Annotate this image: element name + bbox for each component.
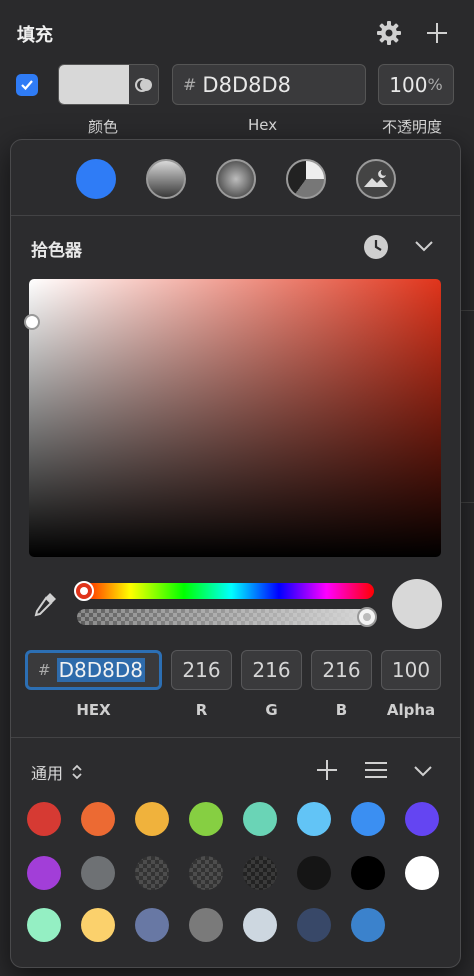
color-swatch[interactable]: [297, 856, 331, 890]
color-swatch[interactable]: [405, 802, 439, 836]
divider: [11, 737, 460, 738]
fill-opacity-value: 100: [389, 72, 428, 97]
fill-opacity-label: 不透明度: [382, 118, 443, 136]
color-swatch[interactable]: [135, 802, 169, 836]
up-down-chevron-icon: [72, 764, 82, 780]
palette-name: 通用: [31, 764, 64, 783]
sv-cursor[interactable]: [24, 314, 40, 330]
color-swatch[interactable]: [27, 908, 61, 942]
fill-section-title: 填充: [17, 25, 53, 46]
green-label: G: [265, 701, 278, 719]
color-swatch[interactable]: [243, 856, 277, 890]
color-swatch[interactable]: [135, 908, 169, 942]
hue-slider-thumb[interactable]: [74, 581, 94, 601]
fill-hex-field[interactable]: # D8D8D8: [172, 64, 366, 105]
green-input[interactable]: 216: [241, 650, 302, 690]
fill-hex-value: D8D8D8: [202, 72, 291, 97]
palette-selector[interactable]: 通用: [31, 760, 83, 784]
color-swatch[interactable]: [189, 856, 223, 890]
alpha-slider-thumb[interactable]: [357, 607, 377, 627]
eyedropper-icon[interactable]: [31, 590, 59, 618]
color-swatch[interactable]: [351, 802, 385, 836]
hue-slider[interactable]: [77, 583, 374, 599]
divider: [11, 215, 460, 216]
gear-icon[interactable]: [375, 19, 403, 47]
red-label: R: [195, 701, 208, 719]
list-view-icon[interactable]: [364, 760, 388, 780]
color-swatch[interactable]: [81, 908, 115, 942]
image-fill-button[interactable]: [356, 159, 396, 199]
color-swatch[interactable]: [189, 802, 223, 836]
color-swatch[interactable]: [81, 856, 115, 890]
color-picker-popover: 拾色器 # D8D8D8 216 216 216 100 HEX R G B A…: [10, 139, 461, 968]
color-swatch[interactable]: [351, 856, 385, 890]
fill-hex-label: Hex: [248, 116, 278, 134]
red-input[interactable]: 216: [171, 650, 232, 690]
blue-input[interactable]: 216: [311, 650, 372, 690]
radial-gradient-button[interactable]: [216, 159, 256, 199]
color-swatch[interactable]: [351, 908, 385, 942]
panel-divider-right: [461, 502, 474, 503]
image-icon: [364, 170, 388, 187]
hex-input-hash: #: [38, 661, 51, 679]
fill-color-swatch-button[interactable]: [58, 64, 159, 105]
add-fill-icon[interactable]: [425, 21, 449, 45]
alpha-slider[interactable]: [77, 609, 374, 625]
color-swatch[interactable]: [297, 908, 331, 942]
fill-enabled-checkbox[interactable]: [16, 74, 38, 96]
color-swatch[interactable]: [27, 802, 61, 836]
hex-input-value: D8D8D8: [56, 658, 145, 682]
color-swatch[interactable]: [81, 802, 115, 836]
color-swatch[interactable]: [243, 802, 277, 836]
current-color-preview: [392, 579, 442, 629]
solid-fill-button[interactable]: [76, 159, 116, 199]
fill-color-preview: [59, 65, 129, 104]
history-clock-icon[interactable]: [363, 234, 389, 260]
hex-label: HEX: [76, 701, 111, 719]
hex-input[interactable]: # D8D8D8: [25, 650, 162, 690]
alpha-label: Alpha: [386, 701, 436, 719]
palette-chevron-down-icon[interactable]: [413, 763, 433, 777]
fill-opacity-field[interactable]: 100 %: [378, 64, 454, 105]
color-link-icon[interactable]: [129, 65, 158, 104]
panel-divider-right: [461, 310, 474, 311]
color-swatch[interactable]: [297, 802, 331, 836]
saturation-brightness-field[interactable]: [29, 279, 441, 557]
linear-gradient-button[interactable]: [146, 159, 186, 199]
fill-opacity-unit: %: [427, 75, 443, 94]
color-swatch[interactable]: [189, 908, 223, 942]
color-swatch[interactable]: [27, 856, 61, 890]
color-swatch[interactable]: [405, 856, 439, 890]
fill-color-label: 颜色: [88, 118, 119, 136]
color-swatch[interactable]: [135, 856, 169, 890]
checkmark-icon: [21, 80, 33, 91]
picker-title: 拾色器: [31, 241, 82, 261]
color-swatch[interactable]: [243, 908, 277, 942]
hex-hash: #: [183, 75, 197, 94]
blue-label: B: [335, 701, 348, 719]
add-swatch-icon[interactable]: [316, 759, 338, 781]
angular-gradient-button[interactable]: [286, 159, 326, 199]
chevron-down-icon[interactable]: [413, 238, 435, 254]
alpha-input[interactable]: 100: [381, 650, 441, 690]
